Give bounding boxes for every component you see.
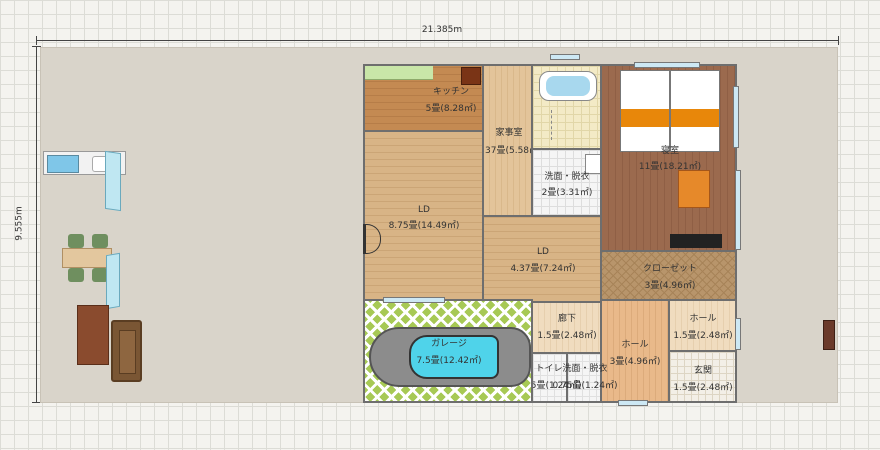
room-bedroom[interactable] — [600, 64, 739, 252]
outdoor-glass-panel-1[interactable] — [105, 150, 121, 212]
bath-window — [550, 54, 580, 60]
outdoor-chair-3[interactable] — [68, 268, 84, 282]
ld-door-icon — [363, 224, 381, 254]
kitchen-counter — [365, 66, 433, 80]
bedroom-desk-icon — [678, 170, 710, 208]
room-hall-tr[interactable] — [668, 299, 737, 352]
room-wash-bottom[interactable] — [566, 352, 602, 403]
entrance-name: 玄関 — [693, 366, 713, 376]
bedroom-window-right-2 — [735, 170, 741, 250]
outdoor-chair-2[interactable] — [92, 234, 108, 248]
room-closet[interactable] — [600, 250, 737, 301]
toilet-name: トイレ — [535, 364, 563, 374]
room-ld-mid[interactable] — [482, 215, 602, 303]
study-name: 家事室 — [495, 128, 523, 138]
room-bath[interactable] — [531, 64, 602, 150]
outdoor-glass-panel-2[interactable] — [106, 252, 120, 310]
bath-door-icon — [539, 110, 552, 140]
height-dimension-line — [36, 46, 37, 402]
corridor-name: 廊下 — [557, 314, 577, 324]
bed-2 — [670, 70, 720, 152]
height-dimension-label: 9.555m — [14, 206, 25, 241]
room-toilet[interactable] — [531, 352, 568, 403]
hall-mid-area: 3畳(4.96㎡) — [609, 357, 661, 367]
outdoor-sofa[interactable] — [111, 320, 142, 382]
bedroom-area: 11畳(18.21㎡) — [638, 162, 702, 172]
width-dimension-label: 21.385m — [421, 25, 463, 35]
outdoor-dining-table[interactable] — [62, 248, 112, 268]
room-study[interactable] — [482, 64, 533, 217]
wash-top-area: 2畳(3.31㎡) — [541, 188, 593, 198]
room-kitchen[interactable] — [363, 64, 484, 132]
wash-bottom-area: 0.75畳(1.24㎡) — [552, 381, 618, 391]
width-dimension-tick-right — [838, 36, 839, 45]
width-dimension-line — [36, 40, 839, 41]
bedroom-window-top — [634, 62, 700, 68]
ld-mid-name: LD — [537, 247, 549, 257]
washbasin-icon — [585, 154, 601, 174]
ld-left-area: 8.75畳(14.49㎡) — [388, 221, 460, 231]
closet-name: クローゼット — [642, 264, 698, 274]
garage-name: ガレージ — [431, 339, 467, 349]
wash-bottom-name: 洗面・脱衣 — [562, 364, 608, 374]
bathtub-icon — [539, 71, 597, 101]
mailbox-icon[interactable] — [823, 320, 835, 350]
hall-tr-name: ホール — [689, 314, 717, 324]
width-dimension-tick-left — [36, 36, 37, 45]
entrance-area: 1.5畳(2.48㎡) — [673, 383, 733, 393]
outdoor-chair-1[interactable] — [68, 234, 84, 248]
bed-2-blanket-icon — [671, 109, 719, 127]
bedroom-window-right — [733, 86, 739, 148]
bed-1-blanket-icon — [621, 109, 669, 127]
garage-window — [383, 297, 445, 303]
hall-window-right — [735, 318, 741, 350]
corridor-area: 1.5畳(2.48㎡) — [537, 331, 597, 341]
bedroom-name: 寝室 — [660, 146, 680, 156]
ld-left-name: LD — [418, 205, 430, 215]
bed-1 — [620, 70, 670, 152]
kitchen-area: 5畳(8.28㎡) — [425, 104, 477, 114]
garage-area: 7.5畳(12.42㎡) — [416, 356, 482, 366]
wash-top-name: 洗面・脱衣 — [544, 172, 590, 182]
sofa-cushion-icon — [119, 330, 136, 374]
room-corridor[interactable] — [531, 301, 602, 354]
bedroom-tv-icon — [670, 234, 722, 248]
room-garage[interactable] — [363, 299, 533, 403]
outdoor-wood-table[interactable] — [77, 305, 109, 365]
hall-tr-area: 1.5畳(2.48㎡) — [673, 331, 733, 341]
bathtub-water-icon — [546, 76, 590, 96]
kitchen-name: キッチン — [432, 87, 470, 97]
hall-mid-name: ホール — [621, 340, 649, 350]
ld-mid-area: 4.37畳(7.24㎡) — [510, 264, 576, 274]
sink-icon — [47, 155, 79, 173]
fridge-icon — [461, 67, 481, 85]
closet-area: 3畳(4.96㎡) — [644, 281, 696, 291]
hall-window-bottom — [618, 400, 648, 406]
